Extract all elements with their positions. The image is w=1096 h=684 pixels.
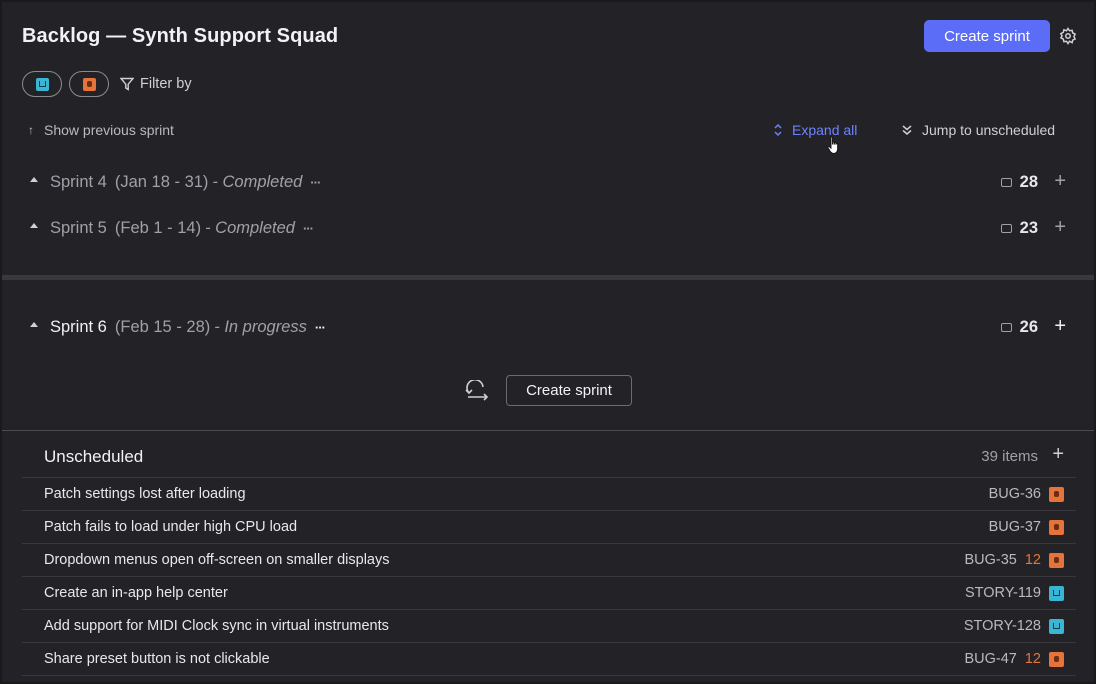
item-key: BUG-47 <box>964 651 1017 667</box>
sprint-status: - In progress <box>214 318 307 336</box>
item-key: STORY-119 <box>964 585 1041 601</box>
filter-bar: Filter by <box>22 70 192 98</box>
unscheduled-title: Unscheduled <box>44 447 144 466</box>
unscheduled-header: Unscheduled 39 items + <box>22 434 1076 478</box>
sprint-item-count: 23 <box>1000 219 1038 238</box>
item-points: 12 <box>1024 552 1041 568</box>
item-key: BUG-37 <box>988 519 1041 535</box>
unscheduled-count: 39 items <box>981 448 1038 465</box>
repeat-icon <box>465 379 489 401</box>
sprint-name: Sprint 6 <box>50 318 107 336</box>
section-divider <box>2 430 1094 431</box>
bug-type-icon <box>1049 651 1064 667</box>
item-title: Dropdown menus open off-screen on smalle… <box>44 552 390 568</box>
backlog-page: Backlog — Synth Support Squad Create spr… <box>2 2 1094 682</box>
expand-all-link[interactable]: Expand all <box>773 122 857 138</box>
create-sprint-secondary-button[interactable]: Create sprint <box>506 375 632 406</box>
caret-up-icon[interactable] <box>30 322 38 327</box>
section-divider <box>2 275 1094 280</box>
sprint-dates: (Feb 1 - 14) <box>114 219 202 237</box>
sprint-status: - Completed <box>205 219 295 237</box>
bug-type-icon <box>82 77 96 91</box>
show-previous-label: Show previous sprint <box>44 122 174 138</box>
sprint-count-icon <box>1000 224 1012 233</box>
item-title: Share preset button is not clickable <box>44 651 270 667</box>
chevrons-down-icon <box>902 125 912 135</box>
item-key: BUG-35 <box>964 552 1017 568</box>
item-title: Patch settings lost after loading <box>44 486 246 502</box>
pointer-cursor-icon <box>827 136 839 154</box>
sprint-dates: (Feb 15 - 28) <box>114 318 211 336</box>
item-title: Add support for MIDI Clock sync in virtu… <box>44 618 389 634</box>
item-key: STORY-128 <box>963 618 1041 634</box>
filter-icon <box>120 77 134 91</box>
page-header: Backlog — Synth Support Squad Create spr… <box>2 2 1094 72</box>
sprint-name: Sprint 4 <box>50 173 107 191</box>
item-title: Create an in-app help center <box>44 585 228 601</box>
caret-up-icon[interactable] <box>30 223 38 228</box>
list-item[interactable]: Add support for MIDI Clock sync in virtu… <box>22 610 1076 643</box>
expand-all-label: Expand all <box>792 122 858 138</box>
sprint-count-value: 28 <box>1019 173 1038 191</box>
item-key: BUG-36 <box>988 486 1041 502</box>
item-title: Patch fails to load under high CPU load <box>44 519 298 535</box>
plus-icon[interactable]: + <box>1054 170 1066 193</box>
create-sprint-button[interactable]: Create sprint <box>924 20 1050 52</box>
plus-icon[interactable]: + <box>1054 216 1066 239</box>
sprint-status: - Completed <box>212 173 303 191</box>
story-filter-chip[interactable] <box>22 71 62 97</box>
item-points: 12 <box>1024 651 1041 667</box>
bug-type-icon <box>1049 552 1064 568</box>
sprint-count-value: 23 <box>1019 219 1038 237</box>
sprint-item-count: 26 <box>1000 318 1038 337</box>
list-item[interactable]: Patch settings lost after loading BUG-36 <box>22 478 1076 511</box>
filter-by-button[interactable]: Filter by <box>120 76 192 92</box>
bug-filter-chip[interactable] <box>69 71 109 97</box>
bug-type-icon <box>1049 519 1064 535</box>
sprint-row[interactable]: Sprint 5 (Feb 1 - 14) - Completed ··· 23 + <box>2 214 1094 244</box>
bug-type-icon <box>1049 486 1064 502</box>
list-item[interactable]: Patch fails to load under high CPU load … <box>22 511 1076 544</box>
more-icon[interactable]: ··· <box>315 320 326 335</box>
story-type-icon <box>35 77 49 91</box>
sprint-count-value: 26 <box>1019 318 1038 336</box>
list-item[interactable]: Share preset button is not clickable BUG… <box>22 643 1076 676</box>
gear-icon[interactable] <box>1059 27 1077 45</box>
story-type-icon <box>1049 585 1064 601</box>
more-icon[interactable]: ··· <box>310 175 321 190</box>
more-icon[interactable]: ··· <box>303 221 314 236</box>
page-title: Backlog — Synth Support Squad <box>22 25 339 47</box>
sprint-row-active[interactable]: Sprint 6 (Feb 15 - 28) - In progress ··· 26… <box>2 313 1094 343</box>
unscheduled-section: Unscheduled 39 items + Patch settings lo… <box>22 434 1076 676</box>
show-previous-sprint-link[interactable]: ↑ Show previous sprint <box>28 122 174 138</box>
expand-icon <box>774 123 782 137</box>
plus-icon[interactable]: + <box>1054 315 1066 338</box>
sprint-count-icon <box>1000 323 1012 332</box>
sprint-row[interactable]: Sprint 4 (Jan 18 - 31) - Completed ··· 28 + <box>2 168 1094 198</box>
jump-label: Jump to unscheduled <box>922 122 1056 138</box>
plus-icon[interactable]: + <box>1052 443 1064 466</box>
sprint-count-icon <box>1000 178 1012 187</box>
list-item[interactable]: Dropdown menus open off-screen on smalle… <box>22 544 1076 577</box>
story-type-icon <box>1049 618 1064 634</box>
jump-to-unscheduled-link[interactable]: Jump to unscheduled <box>901 122 1055 138</box>
sprint-item-count: 28 <box>1000 173 1038 192</box>
caret-up-icon[interactable] <box>30 177 38 182</box>
arrow-up-icon: ↑ <box>28 123 34 137</box>
sprint-dates: (Jan 18 - 31) <box>114 173 209 191</box>
list-item[interactable]: Create an in-app help center STORY-119 <box>22 577 1076 610</box>
filter-by-label: Filter by <box>140 76 192 92</box>
backlog-toolbar: ↑ Show previous sprint Expand all Jump t… <box>2 114 1094 146</box>
sprint-name: Sprint 5 <box>50 219 107 237</box>
create-sprint-area: Create sprint <box>464 375 632 406</box>
